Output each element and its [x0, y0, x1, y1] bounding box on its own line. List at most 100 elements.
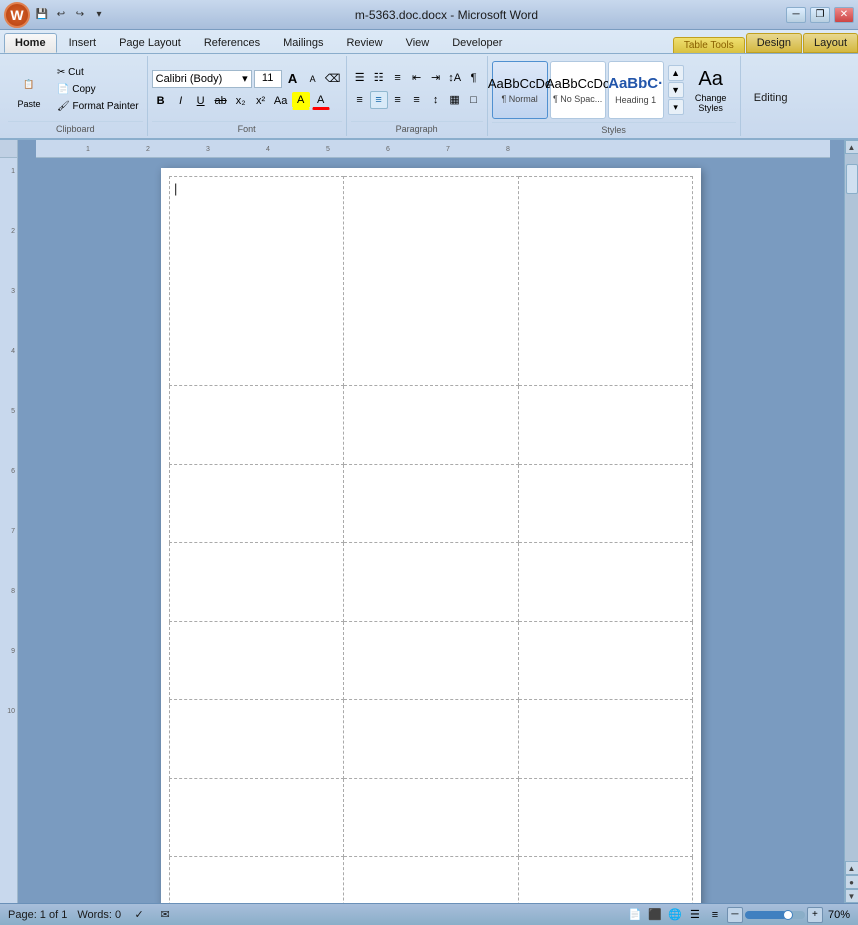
- tab-page-layout[interactable]: Page Layout: [108, 33, 192, 53]
- table-cell-7-0[interactable]: [170, 857, 344, 903]
- style-no-spacing[interactable]: AaBbCcDc ¶ No Spac...: [550, 61, 606, 119]
- table-cell-1-1[interactable]: [344, 386, 518, 465]
- subscript-button[interactable]: x₂: [232, 92, 250, 110]
- view-normal-icon[interactable]: 📄: [627, 907, 643, 923]
- qa-menu-btn[interactable]: ▾: [91, 7, 107, 23]
- table-cell-2-2[interactable]: [518, 464, 692, 543]
- sort-button[interactable]: ↕A: [446, 69, 464, 87]
- view-outline-icon[interactable]: ☰: [687, 907, 703, 923]
- shrink-font-button[interactable]: A: [304, 70, 322, 88]
- superscript-button[interactable]: x²: [252, 92, 270, 110]
- table-cell-1-0[interactable]: [170, 386, 344, 465]
- cut-button[interactable]: ✂ Cut: [53, 65, 143, 80]
- tab-layout[interactable]: Layout: [803, 33, 858, 53]
- align-left-button[interactable]: ≡: [351, 91, 369, 109]
- number-list-button[interactable]: ☷: [370, 69, 388, 87]
- table-cell-4-0[interactable]: [170, 621, 344, 700]
- styles-more-button[interactable]: ▾: [668, 99, 684, 115]
- tab-review[interactable]: Review: [335, 33, 393, 53]
- borders-button[interactable]: □: [465, 91, 483, 109]
- zoom-bar[interactable]: [745, 911, 805, 919]
- office-button[interactable]: W: [4, 2, 30, 28]
- font-size-input[interactable]: 11: [254, 70, 282, 88]
- scroll-up-button[interactable]: ▲: [845, 140, 858, 154]
- shading-button[interactable]: ▦: [446, 91, 464, 109]
- table-cell-5-1[interactable]: [344, 700, 518, 779]
- style-normal[interactable]: AaBbCcDc ¶ Normal: [492, 61, 548, 119]
- styles-up-button[interactable]: ▲: [668, 65, 684, 81]
- table-cell-0-0[interactable]: [170, 177, 344, 386]
- font-name-dropdown[interactable]: Calibri (Body) ▾: [152, 70, 252, 88]
- table-cell-6-0[interactable]: [170, 778, 344, 857]
- table-cell-3-0[interactable]: [170, 543, 344, 622]
- view-web-icon[interactable]: 🌐: [667, 907, 683, 923]
- table-cell-3-1[interactable]: [344, 543, 518, 622]
- table-cell-4-2[interactable]: [518, 621, 692, 700]
- grow-font-button[interactable]: A: [284, 70, 302, 88]
- scroll-next-page-button[interactable]: ▼: [845, 889, 858, 903]
- zoom-thumb[interactable]: [783, 910, 793, 920]
- table-cell-1-2[interactable]: [518, 386, 692, 465]
- table-cell-6-1[interactable]: [344, 778, 518, 857]
- table-cell-7-2[interactable]: [518, 857, 692, 903]
- restore-btn[interactable]: ❐: [810, 7, 830, 23]
- scroll-prev-page-button[interactable]: ▲: [845, 861, 858, 875]
- line-spacing-button[interactable]: ↕: [427, 91, 445, 109]
- clear-format-button[interactable]: ⌫: [324, 70, 342, 88]
- undo-quick-btn[interactable]: ↩: [53, 7, 69, 23]
- tab-insert[interactable]: Insert: [58, 33, 108, 53]
- bold-button[interactable]: B: [152, 92, 170, 110]
- tab-developer[interactable]: Developer: [441, 33, 513, 53]
- tab-home[interactable]: Home: [4, 33, 57, 53]
- decrease-indent-button[interactable]: ⇤: [408, 69, 426, 87]
- table-cell-0-2[interactable]: [518, 177, 692, 386]
- table-cell-4-1[interactable]: [344, 621, 518, 700]
- format-painter-button[interactable]: 🖌 Format Painter: [53, 99, 143, 114]
- view-fullscreen-icon[interactable]: ⬛: [647, 907, 663, 923]
- table-cell-2-1[interactable]: [344, 464, 518, 543]
- table-cell-0-1[interactable]: [344, 177, 518, 386]
- scroll-thumb[interactable]: [846, 164, 858, 194]
- style-heading1[interactable]: AaBbC· Heading 1: [608, 61, 664, 119]
- align-center-button[interactable]: ≡: [370, 91, 388, 109]
- table-cell-5-0[interactable]: [170, 700, 344, 779]
- copy-button[interactable]: 📄 Copy: [53, 82, 143, 97]
- tab-design[interactable]: Design: [746, 33, 802, 53]
- styles-down-button[interactable]: ▼: [668, 82, 684, 98]
- scroll-select-browse-button[interactable]: ●: [845, 875, 858, 889]
- underline-button[interactable]: U: [192, 92, 210, 110]
- show-hide-button[interactable]: ¶: [465, 69, 483, 87]
- document-table[interactable]: [169, 176, 693, 903]
- document-page[interactable]: [161, 168, 701, 903]
- zoom-minus-button[interactable]: ─: [727, 907, 743, 923]
- paste-button[interactable]: 📋 Paste: [8, 67, 50, 112]
- justify-button[interactable]: ≡: [408, 91, 426, 109]
- increase-indent-button[interactable]: ⇥: [427, 69, 445, 87]
- font-color-button[interactable]: A: [312, 92, 330, 110]
- strikethrough-button[interactable]: ab: [212, 92, 230, 110]
- change-case-button[interactable]: Aa: [272, 92, 290, 110]
- document-area[interactable]: 1 2 3 4 5 6 7 8: [18, 140, 844, 903]
- envelope-icon[interactable]: ✉: [157, 907, 173, 923]
- bullet-list-button[interactable]: ☰: [351, 69, 369, 87]
- scroll-track[interactable]: [845, 154, 858, 861]
- table-cell-3-2[interactable]: [518, 543, 692, 622]
- save-quick-btn[interactable]: 💾: [34, 7, 50, 23]
- highlight-button[interactable]: A: [292, 92, 310, 110]
- multilevel-list-button[interactable]: ≡: [389, 69, 407, 87]
- align-right-button[interactable]: ≡: [389, 91, 407, 109]
- vertical-scrollbar[interactable]: ▲ ▲ ● ▼: [844, 140, 858, 903]
- tab-references[interactable]: References: [193, 33, 271, 53]
- table-cell-6-2[interactable]: [518, 778, 692, 857]
- tab-mailings[interactable]: Mailings: [272, 33, 334, 53]
- minimize-btn[interactable]: ─: [786, 7, 806, 23]
- italic-button[interactable]: I: [172, 92, 190, 110]
- zoom-plus-button[interactable]: +: [807, 907, 823, 923]
- spell-check-icon[interactable]: ✓: [131, 907, 147, 923]
- table-cell-7-1[interactable]: [344, 857, 518, 903]
- tab-view[interactable]: View: [395, 33, 441, 53]
- redo-quick-btn[interactable]: ↪: [72, 7, 88, 23]
- change-styles-button[interactable]: Aa Change Styles: [686, 58, 736, 122]
- table-cell-2-0[interactable]: [170, 464, 344, 543]
- table-cell-5-2[interactable]: [518, 700, 692, 779]
